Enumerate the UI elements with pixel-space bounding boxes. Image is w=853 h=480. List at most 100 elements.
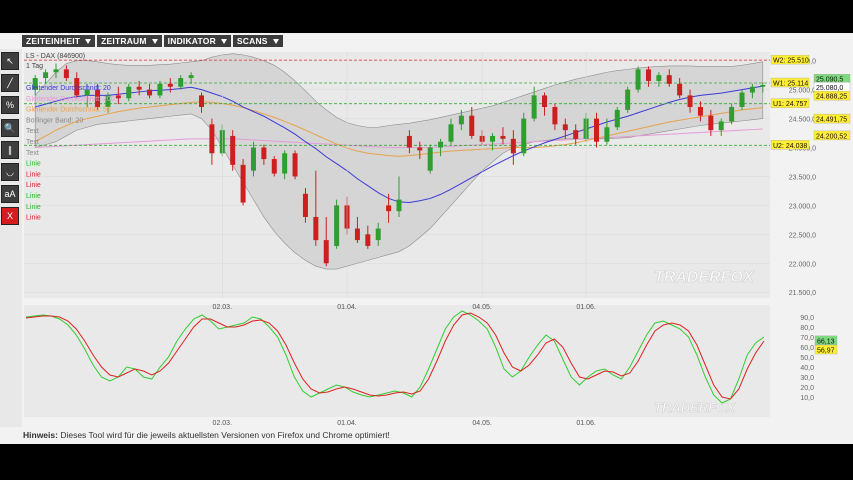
candle-body [43,72,49,79]
candle-body [292,153,298,177]
level-label: W1: 25.114 [773,81,808,88]
candle-body [448,124,454,142]
y-tick-label: 22.500,0 [789,232,816,239]
candle-body [697,106,703,116]
candle-body [687,95,693,107]
menu-label: ZEITRAUM [101,36,147,46]
candle-body [63,69,69,79]
legend-entry: Bollinger Band: 20 [26,117,83,124]
candle-body [136,86,142,90]
candle-body [531,95,537,119]
candle-body [760,84,766,87]
y-tick-label: 22.000,0 [789,261,816,268]
chevron-down-icon [151,38,158,44]
candle-body [157,83,163,96]
candle-body [438,141,444,148]
legend-entry: Linie [26,171,41,178]
candle-body [354,228,360,241]
candle-body [147,89,153,96]
menu-zeiteinheit[interactable]: ZEITEINHEIT [22,35,96,47]
menu-bar: ZEITEINHEIT ZEITRAUM INDIKATOR SCANS [22,35,283,47]
candle-body [542,95,548,107]
parallel-lines-icon[interactable]: ∥ [1,141,19,159]
menu-scans[interactable]: SCANS [232,35,283,47]
legend-entry: Text [26,150,39,157]
stoch-tick-label: 30,0 [800,375,814,382]
zoom-icon[interactable]: 🔍 [1,119,19,137]
candle-body [593,118,599,142]
candle-body [250,147,256,171]
candle-body [178,78,184,87]
legend-entry: Linie [26,204,41,211]
hint-label: Hinweis: [23,430,58,440]
stoch-value-label: 66,13 [817,338,835,345]
y-tick-label: 23.000,0 [789,203,816,210]
candle-body [573,130,579,139]
candle-body [167,83,173,87]
candle-body [209,124,215,154]
legend-entry: Text [26,128,39,135]
level-label: U2: 24.038 [773,143,807,150]
candle-body [739,92,745,107]
cursor-icon[interactable]: ↖ [1,52,19,70]
candle-body [749,86,755,93]
candle-body [396,199,402,212]
candle-body [188,75,194,79]
x-tick-label: 02.03. [213,304,233,311]
candle-body [115,95,121,99]
line-tool-icon[interactable]: ╱ [1,74,19,92]
legend-entry: Gleitender Durchschnitt: 200 [26,96,115,103]
arc-tool-icon[interactable]: ◡ [1,163,19,181]
stoch-value-label: 56,97 [817,348,835,355]
candle-body [240,164,246,203]
stoch-tick-label: 40,0 [800,365,814,372]
y-tick-label: 25.000,0 [789,88,816,95]
candle-body [271,159,277,174]
y-tick-label: 23.500,0 [789,174,816,181]
legend-entry: Gleitender Durchschnitt: 50 [26,107,111,114]
chart-application: ZEITEINHEIT ZEITRAUM INDIKATOR SCANS ↖ ╱% 🔍 ∥ ◡… [0,33,853,444]
candle-body [625,89,631,110]
x-tick-label: 01.04. [337,420,357,427]
candle-body [635,69,641,90]
candle-body [604,127,610,142]
price-tag-label: 24.888,25 [816,94,847,101]
menu-zeitraum[interactable]: ZEITRAUM [97,35,162,47]
stoch-tick-label: 70,0 [800,335,814,342]
candle-body [469,115,475,136]
legend-entry: Linie [26,182,41,189]
percent-tool-icon[interactable]: % [1,96,19,114]
candle-body [406,135,412,148]
y-tick-label: 21.500,0 [789,290,816,297]
delete-icon[interactable]: X [1,207,19,225]
candle-body [386,205,392,212]
candle-body [562,124,568,131]
candle-body [510,138,516,154]
candle-body [645,69,651,81]
candle-body [708,115,714,131]
menu-indikator[interactable]: INDIKATOR [163,35,231,47]
stoch-tick-label: 60,0 [800,345,814,352]
drawing-toolbar: ↖ ╱% 🔍 ∥ ◡ aA X [0,49,22,427]
candle-body [718,121,724,131]
candle-body [500,135,506,139]
text-tool-icon[interactable]: aA [1,185,19,203]
x-tick-label: 01.04. [337,304,357,311]
legend-entry: Text [26,139,39,146]
chevron-down-icon [272,38,279,44]
stoch-tick-label: 80,0 [800,325,814,332]
legend-entry: Gleitender Durchschnitt: 20 [26,85,111,92]
chevron-down-icon [220,38,227,44]
y-tick-label: 24.500,0 [789,117,816,124]
price-tag-label: 25.080,0 [816,85,843,92]
candle-body [427,147,433,171]
candle-body [53,69,59,73]
level-label: W2: 25.510 [773,58,809,65]
candle-body [126,86,132,99]
menu-label: SCANS [236,36,268,46]
chart-area[interactable]: 21.500,0 22.000,0 22.500,0 23.000,0 23.500,0… [22,50,853,428]
stoch-tick-label: 10,0 [800,395,814,402]
price-tag-label: 24.491,75 [816,117,847,124]
candle-body [199,95,205,107]
candle-body [677,83,683,96]
